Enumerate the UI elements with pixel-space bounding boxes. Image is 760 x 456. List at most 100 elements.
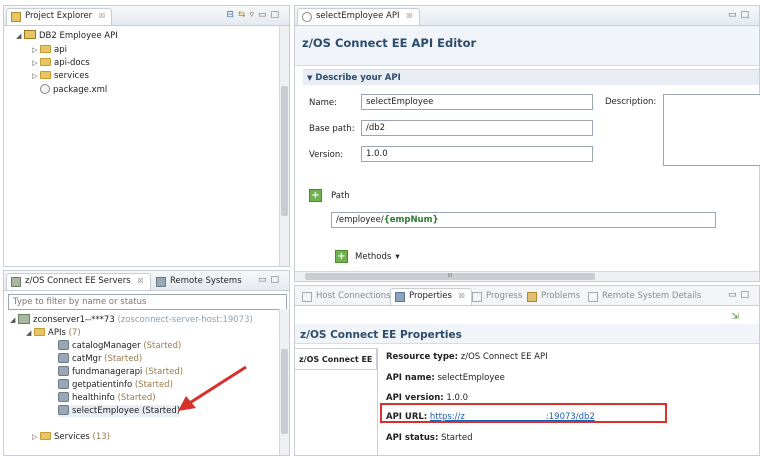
tab-label: Progress [486, 291, 523, 301]
remote-details-icon [588, 292, 598, 302]
link-editor-icon[interactable]: ⇆ [238, 10, 250, 20]
api-name: catMgr [72, 354, 102, 364]
apis-count: (7) [68, 328, 81, 338]
name-field[interactable]: selectEmployee [361, 94, 593, 110]
api-list-item[interactable]: catalogManager (Started) [58, 340, 181, 352]
tab-problems[interactable]: Problems [522, 288, 587, 305]
tab-select-employee-api[interactable]: selectEmployee API ☒ [297, 8, 420, 25]
pin-icon[interactable]: ⇲ [731, 312, 739, 322]
servers-window-buttons: ▭□ [258, 275, 283, 285]
close-icon[interactable]: ☒ [459, 292, 465, 300]
expand-arrow-icon[interactable]: ◢ [26, 327, 34, 339]
add-path-icon[interactable]: + [309, 189, 322, 202]
tree-item-api[interactable]: ▷ api [32, 44, 67, 56]
tab-zos-connect-servers[interactable]: z/OS Connect EE Servers ☒ [6, 273, 151, 290]
view-toolbar: ⊟⇆▿▭□ [226, 10, 283, 20]
name-label: Name: [309, 98, 337, 108]
collapsed-arrow-icon[interactable]: ▷ [32, 44, 40, 56]
tab-progress[interactable]: Progress [467, 288, 529, 305]
annotation-arrow [178, 365, 247, 411]
api-list-item[interactable]: fundmanagerapi (Started) [58, 366, 183, 378]
tree-item-server[interactable]: ◢ zconserver1--***73 (zosconnect-server-h… [10, 314, 253, 326]
api-list-item[interactable]: catMgr (Started) [58, 353, 142, 365]
api-list-item[interactable]: getpatientinfo (Started) [58, 379, 173, 391]
folder-icon [34, 328, 45, 336]
tree-item-project[interactable]: ◢ DB2 Employee API [16, 30, 118, 42]
scrollbar-grip: III [447, 273, 453, 279]
tab-host-connections[interactable]: Host Connections [297, 288, 398, 305]
version-field[interactable]: 1.0.0 [361, 146, 593, 162]
maximize-icon[interactable]: □ [740, 290, 753, 300]
description-field[interactable] [663, 94, 760, 166]
tab-project-explorer[interactable]: Project Explorer ☒ [6, 8, 113, 25]
minimize-icon[interactable]: ▭ [258, 10, 271, 20]
services-label: Services [54, 432, 90, 442]
close-icon[interactable]: ☒ [406, 12, 412, 20]
close-icon[interactable]: ☒ [137, 277, 143, 285]
project-explorer-panel: Project Explorer ☒ ⊟⇆▿▭□ ◢ DB2 Employee A… [3, 5, 290, 267]
side-tab-label: z/OS Connect EE [299, 355, 373, 364]
tree-item-api-docs[interactable]: ▷ api-docs [32, 57, 90, 69]
remote-systems-icon [156, 277, 166, 287]
arrow-shaft [187, 365, 247, 406]
scrollbar-thumb[interactable]: III [305, 273, 595, 280]
tab-properties[interactable]: Properties ☒ [390, 288, 472, 305]
tree-item-services[interactable]: ▷ services [32, 70, 89, 82]
api-list-item-selected[interactable]: selectEmployee (Started) [58, 405, 181, 417]
bottom-tabbar: Host Connections Properties ☒ Progress P… [295, 286, 759, 306]
tab-remote-systems[interactable]: Remote Systems [151, 273, 249, 290]
vertical-scrollbar[interactable] [279, 309, 289, 455]
project-icon [24, 30, 36, 39]
tab-remote-system-details[interactable]: Remote System Details [583, 288, 708, 305]
scrollbar-thumb[interactable] [281, 349, 288, 434]
collapsed-arrow-icon[interactable]: ▷ [32, 431, 40, 443]
minimize-icon[interactable]: ▭ [728, 290, 741, 300]
tree-item-apis[interactable]: ◢ APIs (7) [26, 327, 81, 339]
add-method-icon[interactable]: + [335, 250, 348, 263]
section-collapse-icon[interactable]: ▼ [307, 74, 312, 82]
api-status: (Started) [134, 380, 173, 390]
minimize-icon[interactable]: ▭ [728, 10, 741, 20]
tree-item-services[interactable]: ▷ Services (13) [32, 431, 110, 443]
tree-item-package-xml[interactable]: package.xml [40, 84, 107, 96]
tab-label: Host Connections [316, 291, 391, 301]
view-menu-icon[interactable]: ▿ [249, 10, 258, 20]
maximize-icon[interactable]: □ [740, 10, 753, 20]
editor-heading: z/OS Connect EE API Editor [302, 36, 477, 50]
folder-icon [40, 58, 51, 66]
api-url-highlight [380, 403, 667, 423]
folder-icon [40, 45, 51, 53]
api-name: getpatientinfo [72, 380, 133, 390]
filter-input[interactable]: Type to filter by name or status [8, 294, 287, 310]
api-icon [58, 379, 69, 389]
api-list-item[interactable]: healthinfo (Started) [58, 392, 156, 404]
maximize-icon[interactable]: □ [270, 275, 283, 285]
path-label: Path [331, 191, 350, 201]
base-path-field[interactable]: /db2 [361, 120, 593, 136]
server-label: zconserver1--***73 [33, 315, 115, 325]
path-field[interactable]: /employee/{empNum} [331, 212, 716, 228]
close-icon[interactable]: ☒ [99, 12, 105, 20]
expand-arrow-icon[interactable]: ◢ [10, 314, 18, 326]
collapse-all-icon[interactable]: ⊟ [226, 10, 238, 20]
vertical-scrollbar[interactable] [279, 26, 289, 266]
editor-tab-title: selectEmployee API [316, 11, 400, 21]
expand-arrow-icon[interactable]: ◢ [16, 30, 24, 42]
collapsed-arrow-icon[interactable]: ▷ [32, 70, 40, 82]
tree-label: api-docs [54, 58, 90, 68]
api-version-value: 1.0.0 [446, 393, 469, 403]
horizontal-scrollbar[interactable]: III [295, 271, 759, 281]
collapsed-arrow-icon[interactable]: ▷ [32, 57, 40, 69]
properties-side-tab[interactable]: z/OS Connect EE [295, 348, 377, 370]
describe-section-header[interactable]: ▼ Describe your API [303, 69, 759, 85]
project-explorer-tabbar: Project Explorer ☒ ⊟⇆▿▭□ [4, 6, 289, 26]
properties-heading: z/OS Connect EE Properties [300, 329, 462, 341]
minimize-icon[interactable]: ▭ [258, 275, 271, 285]
scrollbar-thumb[interactable] [281, 86, 288, 216]
api-name: fundmanagerapi [72, 367, 143, 377]
maximize-icon[interactable]: □ [270, 10, 283, 20]
servers-tabbar: z/OS Connect EE Servers ☒ Remote Systems… [4, 271, 289, 291]
methods-label[interactable]: Methods ▾ [355, 252, 400, 262]
chevron-down-icon[interactable]: ▾ [395, 252, 399, 262]
tree-label: services [54, 71, 89, 81]
